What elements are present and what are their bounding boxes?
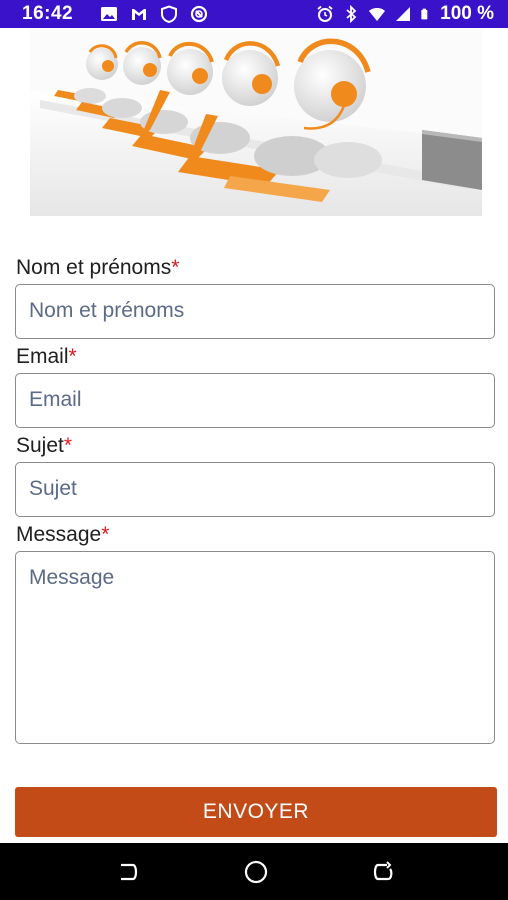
gmail-icon (132, 9, 146, 20)
hero-image (30, 30, 482, 216)
subject-input[interactable] (16, 463, 494, 515)
shield-icon (161, 5, 177, 23)
subject-label: Sujet* (16, 434, 73, 457)
image-icon (101, 7, 117, 21)
message-field-box (15, 551, 495, 744)
name-field-box (15, 284, 495, 339)
recents-icon[interactable] (370, 861, 396, 883)
back-icon[interactable] (115, 861, 141, 883)
message-label: Message* (16, 523, 110, 546)
battery-icon (421, 8, 428, 20)
blocked-circle-icon (190, 5, 208, 23)
status-time: 16:42 (22, 3, 74, 24)
email-input[interactable] (16, 374, 494, 426)
subject-field-box (15, 462, 495, 517)
call-center-illustration (30, 30, 482, 216)
name-input[interactable] (16, 285, 494, 337)
wifi-icon (369, 8, 386, 21)
status-bar: 16:42 100 % (0, 0, 508, 28)
email-label: Email* (16, 345, 77, 368)
battery-percent: 100 % (440, 3, 494, 24)
required-mark: * (171, 256, 180, 279)
bluetooth-icon (346, 5, 357, 23)
alarm-icon (317, 5, 333, 22)
home-icon[interactable] (243, 860, 269, 884)
name-label: Nom et prénoms* (16, 256, 180, 279)
signal-icon (396, 7, 411, 21)
message-textarea[interactable] (16, 552, 494, 743)
navigation-bar (0, 843, 508, 900)
email-field-box (15, 373, 495, 428)
required-mark: * (68, 345, 77, 368)
required-mark: * (63, 434, 73, 457)
required-mark: * (101, 523, 110, 546)
send-button[interactable]: ENVOYER (15, 787, 497, 837)
